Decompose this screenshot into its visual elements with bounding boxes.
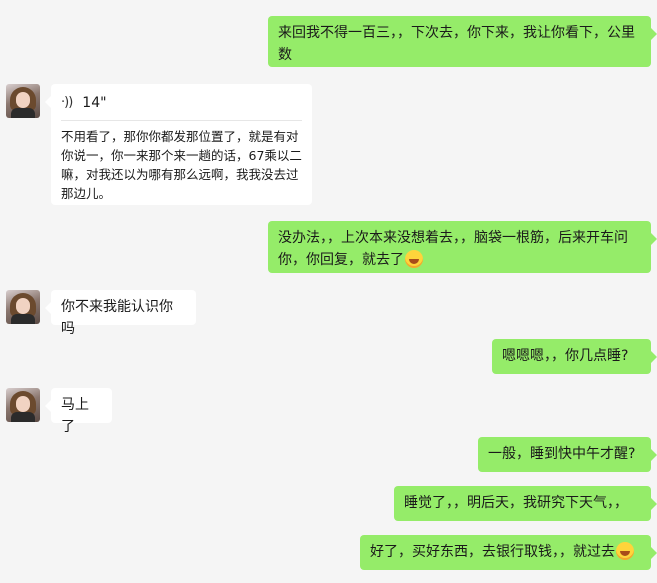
message-text: 你不来我能认识你吗 [61,299,173,337]
message-text: 马上了 [61,397,89,435]
contact-avatar[interactable] [6,290,40,324]
contact-avatar[interactable] [6,388,40,422]
their-message-bubble[interactable]: 你不来我能认识你吗 [51,290,196,337]
message-text: 一般，睡到快中午才醒? [488,446,636,462]
my-message-bubble[interactable]: 一般，睡到快中午才醒? [478,437,651,472]
my-message-bubble[interactable]: 嗯嗯嗯，，你几点睡? [492,339,651,374]
message-text: 睡觉了，，明后天，我研究下天气，， [404,495,628,511]
contact-avatar[interactable] [6,84,40,118]
bubble-tail [651,351,657,363]
message-text: 没办法，，上次本来没想着去，，脑袋一根筋，后来开车问你，你回复，就去了 [278,230,628,268]
laughing-tears-emoji-icon [405,250,423,268]
my-message-bubble[interactable]: 没办法，，上次本来没想着去，，脑袋一根筋，后来开车问你，你回复，就去了 [268,221,651,273]
voice-duration: 14" [82,95,107,111]
their-message-bubble[interactable]: 马上了 [51,388,112,435]
voice-message-bubble[interactable]: ·)) 14" 不用看了，那你你都发那位置了，就是有对你说一，你一来那个来一趟的… [51,84,312,205]
laughing-tears-emoji-icon [616,542,634,560]
my-message-bubble[interactable]: 来回我不得一百三，，下次去，你下来，我让你看下，公里数 [268,16,651,67]
bubble-tail [651,547,657,559]
bubble-tail [651,449,657,461]
bubble-tail [651,498,657,510]
sound-wave-icon: ·)) [61,95,73,110]
my-message-bubble[interactable]: 好了，买好东西，去银行取钱，，就过去 [360,535,651,570]
message-text: 好了，买好东西，去银行取钱，，就过去 [370,544,615,560]
voice-player[interactable]: ·)) 14" [61,92,302,114]
bubble-tail [651,233,657,245]
voice-transcript: 不用看了，那你你都发那位置了，就是有对你说一，你一来那个来一趟的话，67乘以二嘛… [61,129,302,201]
divider [61,120,302,121]
bubble-tail [651,28,657,40]
my-message-bubble[interactable]: 睡觉了，，明后天，我研究下天气，， [394,486,651,521]
message-text: 来回我不得一百三，，下次去，你下来，我让你看下，公里数 [278,25,635,63]
message-text: 嗯嗯嗯，，你几点睡? [502,348,629,364]
